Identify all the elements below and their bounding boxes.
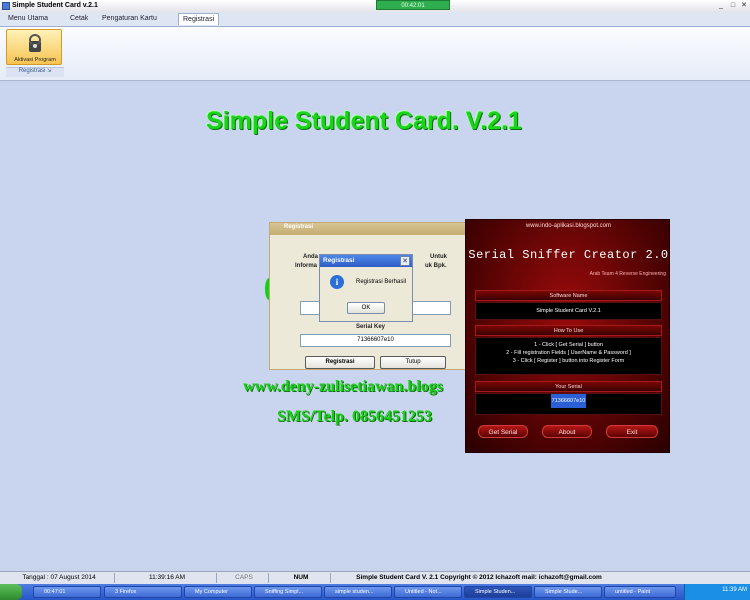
taskbar-item-active[interactable]: Simple Studen...: [464, 586, 532, 598]
titlebar-clock: 00:42:01: [376, 0, 450, 10]
serial-key-field[interactable]: 71366607e10: [300, 334, 451, 347]
status-bar: Tanggal : 07 August 2014 11:39:16 AM CAP…: [0, 571, 750, 584]
tab-menu-utama[interactable]: Menu Utama: [4, 13, 52, 25]
registrasi-button[interactable]: Registrasi: [305, 356, 375, 369]
windows-start-icon[interactable]: [0, 584, 22, 600]
message-text: Registrasi Berhasil: [356, 279, 407, 285]
status-date: Tanggal : 07 August 2014: [4, 573, 115, 583]
info-text-left-2: Informa: [295, 263, 318, 269]
ribbon-group-label: Registrasi ⇲: [6, 67, 64, 77]
taskbar-item[interactable]: 3 Firefox: [104, 586, 182, 598]
software-name-value: Simple Student Card V.2.1: [475, 302, 662, 320]
software-name-header: Software Name: [475, 290, 662, 301]
app-icon: [2, 2, 10, 10]
registrasi-dialog-titlebar: Registrasi: [270, 223, 467, 235]
dialog-launcher-icon[interactable]: ⇲: [47, 68, 51, 74]
minimize-button[interactable]: _: [716, 1, 726, 10]
website-text: www.deny-zulisetiawan.blogs: [243, 378, 444, 395]
sms-text: SMS/Telp. 0856451253: [277, 408, 432, 425]
taskbar-item[interactable]: Simple Stude...: [534, 586, 602, 598]
system-tray: 11:39 AM: [684, 584, 750, 600]
registrasi-message-box: Registrasi ✕ i Registrasi Berhasil OK: [319, 254, 413, 322]
serial-sniffer-window: www.indo-aplikasi.blogspot.com Serial Sn…: [465, 219, 670, 453]
taskbar-item[interactable]: 00:47:01: [33, 586, 101, 598]
taskbar-clock: 11:39 AM: [722, 587, 747, 593]
key-lock-icon: [29, 34, 41, 52]
info-text-right-2: uk Bpk.: [425, 263, 447, 269]
info-text-right-1: Untuk: [430, 254, 447, 260]
taskbar-item[interactable]: My Computer: [184, 586, 252, 598]
ribbon-group-text: Registrasi: [18, 68, 46, 74]
info-text-left-1: Anda: [303, 254, 318, 260]
sniffer-team-text: Arab Team 4 Reverse Engineering: [589, 271, 666, 277]
close-button[interactable]: ✕: [739, 1, 749, 10]
registrasi-dialog-title: Registrasi: [284, 224, 314, 230]
info-icon: i: [330, 275, 344, 289]
how-to-step: 2 - Fill registration Fields [ UserName …: [506, 350, 631, 356]
how-to-use-box: 1 - Click [ Get Serial ] button 2 - Fill…: [475, 337, 662, 375]
maximize-button[interactable]: □: [728, 1, 738, 10]
message-box-titlebar: Registrasi ✕: [320, 255, 412, 267]
message-box-title: Registrasi: [323, 257, 355, 264]
aktivasi-program-label: Aktivasi Program: [14, 57, 56, 63]
ok-button[interactable]: OK: [347, 302, 385, 314]
how-to-use-header: How To Use: [475, 325, 662, 336]
taskbar: 00:47:01 3 Firefox My Computer Sniffing …: [0, 584, 750, 600]
sniffer-app-name: Serial Sniffer Creator 2.0: [468, 248, 669, 262]
status-caps: CAPS: [220, 573, 269, 583]
how-to-step: 3 - Click [ Register ] button into Regis…: [512, 358, 625, 364]
your-serial-value[interactable]: 71366607e10: [550, 394, 587, 408]
get-serial-button[interactable]: Get Serial: [478, 425, 528, 438]
tab-registrasi[interactable]: Registrasi: [178, 13, 220, 25]
taskbar-item[interactable]: Untitled - Not...: [394, 586, 462, 598]
message-box-close-button[interactable]: ✕: [400, 256, 410, 266]
serial-key-label: Serial Key: [356, 324, 386, 330]
taskbar-item[interactable]: Sniffing Simpl...: [254, 586, 322, 598]
aktivasi-program-button[interactable]: Aktivasi Program: [6, 29, 62, 65]
tab-cetak[interactable]: Cetak: [66, 13, 92, 25]
ribbon-tabs: Menu Utama Cetak Pengaturan Kartu Regist…: [0, 12, 750, 27]
taskbar-item[interactable]: untitled - Paint: [604, 586, 676, 598]
ribbon: Aktivasi Program Registrasi ⇲: [0, 27, 750, 81]
status-num: NUM: [272, 573, 331, 583]
exit-button[interactable]: Exit: [606, 425, 658, 438]
about-button[interactable]: About: [542, 425, 592, 438]
sniffer-site-url: www.indo-aplikasi.blogspot.com: [525, 223, 612, 229]
taskbar-item[interactable]: simple studen...: [324, 586, 392, 598]
your-serial-header: Your Serial: [475, 381, 662, 392]
your-serial-box[interactable]: 71366607e10: [475, 393, 662, 415]
window-title: Simple Student Card v.2.1: [12, 2, 98, 9]
status-time: 11:39:16 AM: [118, 573, 217, 583]
tab-pengaturan-kartu[interactable]: Pengaturan Kartu: [98, 13, 161, 25]
tutup-button[interactable]: Tutup: [380, 356, 446, 369]
app-banner-title: Simple Student Card. V.2.1: [206, 107, 522, 135]
status-copyright: Simple Student Card V. 2.1 Copyright © 2…: [356, 574, 602, 581]
how-to-step: 1 - Click [ Get Serial ] button: [534, 342, 603, 348]
